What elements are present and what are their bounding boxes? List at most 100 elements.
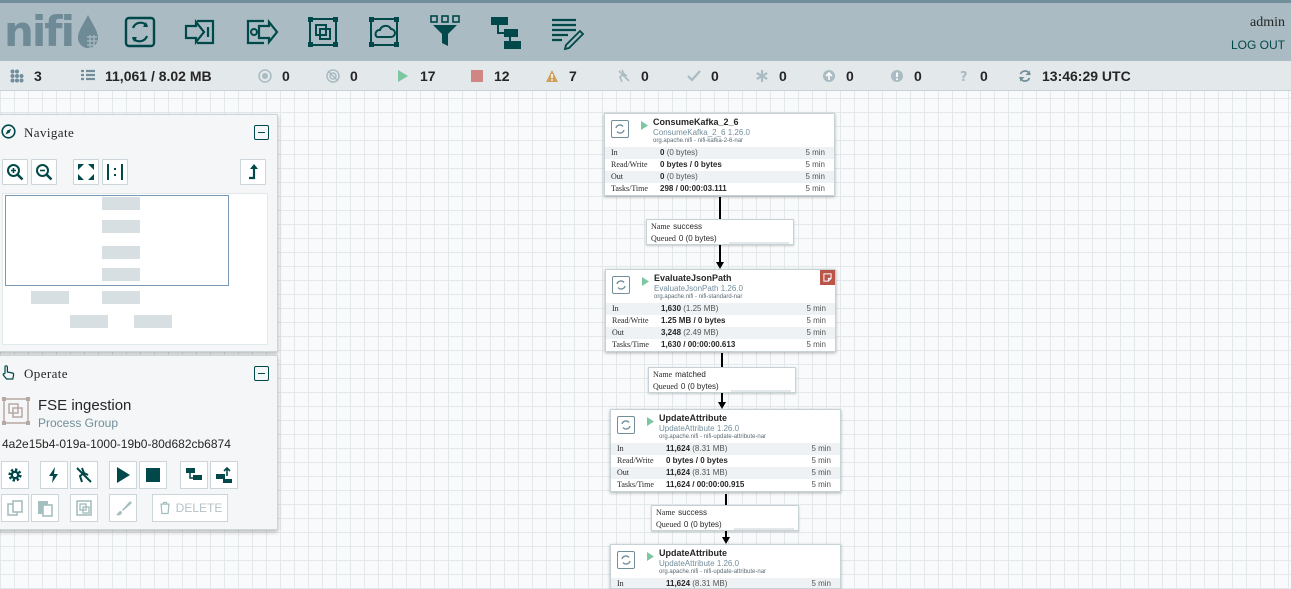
remote-process-group-icon[interactable] [366,13,402,51]
flash-icon [49,467,58,483]
processor-icon [617,551,635,569]
logo-text: nifi [4,7,75,56]
configure-button[interactable] [1,461,29,489]
zoom-out-icon [36,164,53,181]
processor-icon [611,120,629,138]
birdseye-component [102,291,140,304]
output-port-icon[interactable] [244,13,280,51]
paste-button[interactable] [31,494,59,522]
zoom-in-button[interactable] [2,159,28,185]
start-button[interactable] [109,461,137,489]
template-icon[interactable] [488,13,524,51]
create-template-button[interactable] [180,461,208,489]
not-transmitting-stat: 0 [326,61,358,91]
copy-icon [7,500,23,516]
connection-arrow-icon [716,262,724,269]
connection-label[interactable]: Name success Queued 0 (0 bytes) [646,219,794,245]
upload-template-button[interactable] [210,461,238,489]
processor-type: UpdateAttribute 1.26.0 [659,424,740,433]
running-icon [647,552,654,561]
upload-template-icon [216,466,232,483]
stats-row-in: In 11,624 (8.31 MB) 5 min [611,578,840,588]
process-group-icon[interactable] [305,13,341,51]
selection-type: Process Group [38,416,119,430]
stopped-stat: 12 [470,61,510,91]
birdseye-component [70,315,108,328]
refresh-stat[interactable]: 13:46:29 UTC [1018,61,1131,91]
transmitting-stat: 0 [258,61,290,91]
color-button[interactable] [109,494,137,522]
compass-icon [1,124,16,139]
running-stat: 17 [396,61,436,91]
processor-consumekafka[interactable]: ConsumeKafka_2_6 ConsumeKafka_2_6 1.26.0… [604,113,835,196]
leave-group-button[interactable] [240,159,266,185]
birdseye-component [31,291,69,304]
navigate-title: Navigate [24,125,75,140]
refresh-icon[interactable] [1018,69,1032,83]
connection-queued: 0 (0 bytes) [683,520,722,529]
delete-button[interactable]: DELETE [152,494,228,522]
list-icon [81,69,95,81]
enable-button[interactable] [40,461,68,489]
navigate-panel: Navigate [0,114,278,352]
disable-button[interactable] [70,461,98,489]
hand-pointer-icon [2,365,15,380]
transmitting-icon [258,69,272,83]
zoom-out-button[interactable] [31,159,57,185]
processor-icon [612,276,630,294]
connection-label[interactable]: Name success Queued 0 (0 bytes) [651,505,799,531]
birdseye-viewport[interactable] [5,195,229,286]
invalid-stat: 7 [545,61,577,91]
stats-row-in: In 1,630 (1.25 MB) 5 min [606,303,835,315]
sync-failure-stat: ? 0 [956,61,988,91]
logout-link[interactable]: LOG OUT [1231,38,1285,52]
process-group-icon [2,397,30,425]
birdseye-view[interactable] [2,193,268,345]
stats-row-read-write: Read/Write 1.25 MB / 0 bytes 5 min [612,316,826,325]
processor-bundle: org.apache.nifi - nifi-standard-nar [654,294,743,300]
paint-brush-icon [116,501,132,516]
copy-button[interactable] [1,494,29,522]
input-port-icon[interactable] [183,13,219,51]
label-icon[interactable] [549,13,585,51]
top-header: nifi admin LOG OUT [0,0,1291,61]
stop-button[interactable] [139,461,167,489]
processor-type: EvaluateJsonPath 1.26.0 [654,284,743,293]
operate-collapse-button[interactable] [254,366,269,381]
stats-row-in: In 11,624 (8.31 MB) 5 min [611,443,840,455]
navigate-collapse-button[interactable] [254,125,269,140]
question-icon: ? [960,70,968,83]
processor-icon[interactable] [122,13,158,51]
stop-icon [146,468,160,482]
selection-name: FSE ingestion [38,397,132,414]
processor-type: ConsumeKafka_2_6 1.26.0 [653,128,750,137]
stats-row-read-write: Read/Write 0 bytes / 0 bytes 5 min [611,160,825,169]
connection-queued: 0 (0 bytes) [680,382,719,391]
processor-bundle: org.apache.nifi - nifi-kafka-2-6-nar [653,138,744,144]
stale-stat: 0 [822,61,854,91]
disabled-stat: 0 [617,61,649,91]
bulletin-badge[interactable] [820,270,835,285]
processor-evaluatejsonpath[interactable]: EvaluateJsonPath EvaluateJsonPath 1.26.0… [605,269,836,352]
fit-button[interactable] [73,159,99,185]
group-button[interactable] [70,494,98,522]
connection-arrow-icon [722,537,730,544]
processor-name: ConsumeKafka_2_6 [653,117,739,127]
connection-label[interactable]: Name matched Queued 0 (0 bytes) [648,367,796,393]
stats-row-tasks: Tasks/Time 1,630 / 00:00:00.613 5 min [612,340,826,349]
processor-updateattribute-2[interactable]: UpdateAttribute UpdateAttribute 1.26.0 o… [610,544,841,589]
asterisk-icon [756,70,768,82]
processor-updateattribute[interactable]: UpdateAttribute UpdateAttribute 1.26.0 o… [610,409,841,492]
connection-arrow-icon [718,402,726,409]
connection-name: matched [675,370,706,379]
arrow-up-circle-icon [823,70,835,82]
operate-panel: Operate FSE ingestion Process Group 4a2e… [0,355,278,530]
actual-size-icon [107,164,123,180]
stats-row-out: Out 0 (0 bytes) 5 min [605,171,834,183]
actual-size-button[interactable] [102,159,128,185]
running-icon [641,121,648,130]
stats-row-out: Out 3,248 (2.49 MB) 5 min [606,327,835,339]
funnel-icon[interactable] [427,13,463,51]
queue-bar [731,390,791,392]
svg-text:?: ? [960,70,968,83]
